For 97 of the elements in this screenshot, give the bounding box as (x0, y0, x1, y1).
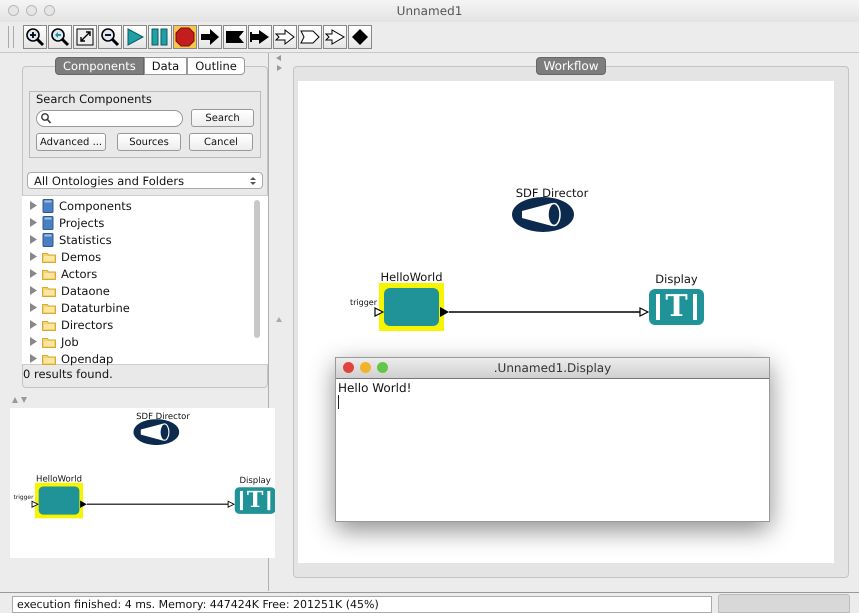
pause-icon (150, 27, 170, 47)
hollow-flag-button[interactable] (298, 25, 322, 49)
stop-button[interactable] (173, 25, 197, 49)
search-field[interactable] (36, 110, 184, 126)
hollow-arrow-button[interactable] (273, 25, 297, 49)
search-button[interactable]: Search (191, 109, 254, 127)
play-button[interactable] (123, 25, 147, 49)
display-actor[interactable]: T (234, 487, 275, 514)
tree-item[interactable]: Demos (61, 250, 102, 264)
expand-icon[interactable] (29, 320, 37, 329)
arrow-button[interactable] (198, 25, 222, 49)
results-count: 0 results found. (23, 367, 113, 381)
window-title: .Unnamed1.Display (494, 361, 612, 375)
stepper-icon (250, 176, 256, 186)
expand-icon[interactable] (29, 235, 37, 244)
port-label: trigger (350, 298, 378, 307)
book-icon (42, 232, 54, 246)
expand-icon[interactable] (29, 337, 37, 346)
magnifier-icon (50, 27, 70, 47)
text-cursor (338, 395, 339, 409)
scrollbar[interactable] (254, 200, 260, 338)
expand-icon[interactable] (29, 286, 37, 295)
arrow-icon (250, 27, 270, 47)
diamond-button[interactable] (348, 25, 372, 49)
zoom-fit-button[interactable] (73, 25, 97, 49)
sources-button[interactable]: Sources (117, 133, 181, 151)
director-label: SDF Director (514, 186, 590, 200)
zoom-out-icon (100, 27, 120, 47)
status-text: execution finished: 4 ms. Memory: 447424K Free: 201251K (45%) (12, 596, 712, 613)
actor-node[interactable] (379, 283, 444, 331)
cancel-button[interactable]: Cancel (189, 133, 253, 151)
expand-icon[interactable] (29, 252, 37, 261)
folder-icon (42, 268, 56, 280)
tree-item[interactable]: Actors (61, 266, 98, 280)
actor-node[interactable] (34, 482, 84, 518)
expand-icon[interactable] (29, 354, 37, 363)
folder-icon (42, 318, 56, 330)
search-icon (41, 112, 51, 124)
resize-icon[interactable] (276, 317, 282, 322)
output-port-icon (439, 307, 449, 317)
input-port-icon (31, 500, 39, 508)
output-port-icon (79, 500, 87, 508)
zoom-out-button[interactable] (98, 25, 122, 49)
tree-item[interactable]: Opendap (61, 352, 114, 366)
folder-icon (42, 336, 56, 348)
actor-label: Display (654, 272, 699, 286)
tree-item[interactable]: Job (61, 334, 79, 348)
play-icon (125, 27, 145, 47)
diamond-icon (350, 27, 370, 47)
tab[interactable]: Outline (187, 57, 245, 75)
actor-label: Display (238, 474, 272, 485)
hollow-arrow-icon (275, 27, 295, 47)
tree-item[interactable]: Dataturbine (61, 300, 130, 314)
input-port-icon (374, 307, 384, 317)
tab[interactable]: Data (144, 57, 188, 75)
group-title: Search Components (35, 92, 153, 106)
expand-icon[interactable] (29, 218, 37, 227)
tab[interactable]: Workflow (536, 57, 606, 75)
magnifier-button[interactable] (48, 25, 72, 49)
arrow-button[interactable] (248, 25, 272, 49)
close-button[interactable] (343, 362, 354, 373)
tree-item[interactable]: Statistics (59, 232, 112, 246)
arrow-icon (200, 27, 220, 47)
tree-item[interactable]: Directors (61, 318, 114, 332)
folder-icon (42, 250, 56, 262)
zoom-in-icon (25, 27, 45, 47)
advanced-button[interactable]: Advanced ... (36, 133, 106, 151)
director-icon (133, 419, 180, 446)
scope-dropdown[interactable]: All Ontologies and Folders (27, 172, 263, 189)
hollow-arrow-button[interactable] (323, 25, 347, 49)
actor-label: HelloWorld (379, 270, 444, 284)
window-title: Unnamed1 (396, 4, 462, 18)
director-icon (512, 197, 574, 232)
tree-item[interactable]: Dataone (61, 284, 110, 298)
pause-button[interactable] (148, 25, 172, 49)
actor-label: HelloWorld (35, 473, 83, 484)
display-actor[interactable]: T (649, 289, 704, 325)
expand-icon[interactable] (29, 269, 37, 278)
hollow-arrow-icon (325, 27, 345, 47)
book-icon (42, 198, 54, 212)
collapse-icon[interactable] (276, 55, 282, 71)
zoom-in-button[interactable] (23, 25, 47, 49)
expand-icon[interactable] (29, 303, 37, 312)
zoom-fit-icon (75, 27, 95, 47)
expand-icon[interactable] (29, 201, 37, 210)
book-icon (42, 216, 54, 230)
flag-button[interactable] (223, 25, 247, 49)
folder-icon (42, 302, 56, 314)
stop-icon (175, 27, 195, 47)
folder-icon (42, 284, 56, 296)
tree-item[interactable]: Components (59, 198, 132, 212)
tree-item[interactable]: Projects (59, 216, 104, 230)
tab[interactable]: Components (55, 57, 144, 75)
collapse-icon[interactable] (12, 397, 28, 403)
director-label: SDF Director (135, 411, 191, 422)
folder-icon (42, 352, 56, 364)
output-text: Hello World! (337, 380, 412, 395)
